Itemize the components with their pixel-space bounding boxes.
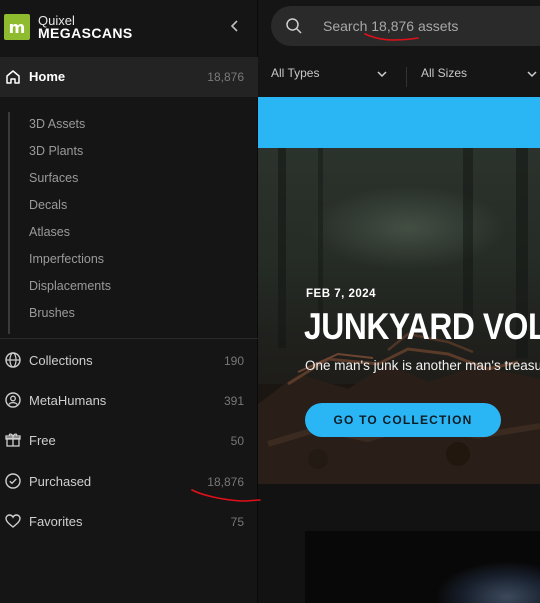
category-decals[interactable]: Decals (29, 198, 67, 212)
hero-section: FEB 7, 2024 JUNKYARD VOL. 2 One man's ju… (258, 148, 540, 484)
asset-card[interactable] (305, 531, 540, 603)
heart-icon (5, 514, 21, 528)
megascans-logo-icon: m (4, 14, 30, 40)
sidebar-item-label: Favorites (29, 514, 83, 529)
sidebar-item-label: Purchased (29, 474, 92, 489)
check-circle-icon (5, 473, 21, 489)
sidebar: m Quixel MEGASCANS Home 18,876 3D Assets… (0, 0, 258, 603)
sidebar-item-count: 18,876 (207, 475, 244, 489)
category-3d-assets[interactable]: 3D Assets (29, 117, 85, 131)
home-icon (6, 70, 20, 84)
chevron-down-icon (527, 71, 537, 78)
sidebar-item-count: 18,876 (207, 70, 244, 84)
category-imperfections[interactable]: Imperfections (29, 252, 104, 266)
user-circle-icon (5, 392, 21, 408)
search-box[interactable] (271, 6, 540, 46)
filter-types-dropdown[interactable]: All Types (271, 66, 387, 88)
brand-logo[interactable]: m Quixel MEGASCANS (4, 10, 133, 44)
promo-banner[interactable] (258, 97, 540, 148)
sidebar-item-label: Home (29, 69, 66, 84)
category-atlases[interactable]: Atlases (29, 225, 70, 239)
sidebar-item-label: Free (29, 433, 56, 448)
search-icon (286, 18, 302, 34)
sidebar-item-count: 391 (223, 394, 244, 408)
category-brushes[interactable]: Brushes (29, 306, 75, 320)
sidebar-item-count: 50 (230, 434, 244, 448)
category-indent-line (8, 112, 10, 334)
chevron-down-icon (377, 71, 387, 78)
hero-subtitle: One man's junk is another man's treasure (305, 358, 540, 373)
sidebar-item-free[interactable]: Free 50 (0, 420, 258, 460)
category-surfaces[interactable]: Surfaces (29, 171, 78, 185)
sidebar-item-purchased[interactable]: Purchased 18,876 (0, 461, 258, 501)
sidebar-item-label: Collections (29, 353, 93, 368)
sidebar-item-count: 190 (223, 354, 244, 368)
sidebar-item-home[interactable]: Home 18,876 (0, 57, 258, 97)
sidebar-item-favorites[interactable]: Favorites 75 (0, 501, 258, 541)
brand-line-2: MEGASCANS (38, 25, 133, 41)
gift-icon (5, 433, 21, 447)
globe-icon (5, 352, 21, 368)
filter-sizes-label: All Sizes (421, 66, 468, 80)
hero-title: JUNKYARD VOL. 2 (304, 306, 540, 347)
go-to-collection-button[interactable]: GO TO COLLECTION (305, 403, 501, 437)
filter-sizes-dropdown[interactable]: All Sizes (421, 66, 537, 88)
chevron-left-icon[interactable] (226, 16, 244, 36)
brand-text: Quixel MEGASCANS (38, 14, 133, 40)
search-input[interactable] (323, 15, 523, 37)
filter-separator (406, 67, 407, 87)
sidebar-item-collections[interactable]: Collections 190 (0, 340, 258, 380)
hero-date: FEB 7, 2024 (306, 288, 377, 300)
category-3d-plants[interactable]: 3D Plants (29, 144, 83, 158)
category-displacements[interactable]: Displacements (29, 279, 111, 293)
asset-card-thumbnail (435, 561, 540, 603)
sidebar-item-label: MetaHumans (29, 393, 107, 408)
filter-types-label: All Types (271, 66, 320, 80)
sidebar-item-count: 75 (230, 515, 244, 529)
sidebar-item-metahumans[interactable]: MetaHumans 391 (0, 380, 258, 420)
sidebar-divider (0, 338, 258, 339)
top-bar: All Types All Sizes (258, 0, 540, 97)
